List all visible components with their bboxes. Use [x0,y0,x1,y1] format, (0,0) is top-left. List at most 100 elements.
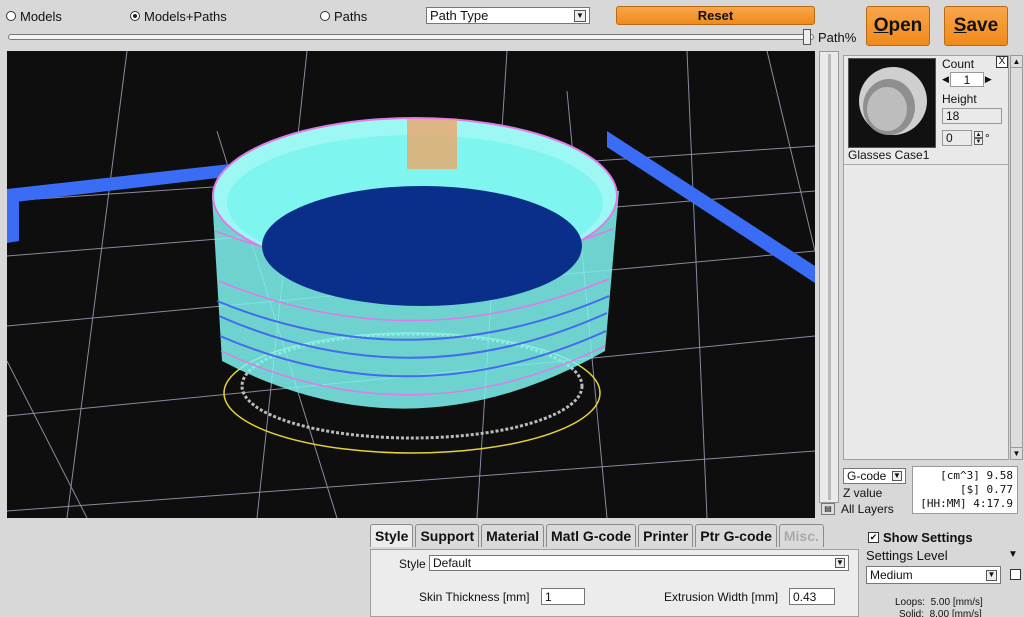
radio-models-label: Models [20,8,62,24]
open-button-underline: O [873,15,889,36]
settings-extra-checkbox[interactable] [1010,569,1021,580]
tab-matl-gcode-label: Matl G-code [551,528,632,544]
radio-models-paths-dot[interactable] [130,11,140,21]
count-increment-icon[interactable]: ▶ [985,74,992,85]
chevron-down-icon: ▼ [986,569,997,581]
save-button-rest: ave [966,15,999,36]
scroll-down-icon[interactable]: ▼ [1011,447,1022,459]
path-type-value: Path Type [430,8,489,23]
3d-viewport[interactable] [7,51,815,518]
scene-svg [7,51,815,518]
path-type-select[interactable]: Path Type ▼ [426,7,590,24]
path-percent-slider[interactable] [8,34,814,40]
skin-thickness-input[interactable]: 1 [541,588,585,605]
stat-row-cost: [$] 0.77 [917,483,1013,497]
tab-material-label: Material [486,528,540,544]
gcode-select[interactable]: G-code ▼ [843,468,906,484]
rotation-down-icon[interactable]: ▼ [974,138,983,145]
all-layers-label: All Layers [841,502,894,516]
count-value: 1 [963,72,971,87]
skin-thickness-label: Skin Thickness [mm] [419,590,530,604]
tab-material[interactable]: Material [481,524,545,547]
chevron-down-icon: ▼ [574,9,586,22]
show-settings-label: Show Settings [883,530,973,545]
tab-printer-label: Printer [643,528,689,544]
open-button[interactable]: Open [866,6,930,46]
model-interior [262,186,582,306]
save-button[interactable]: Save [944,6,1008,46]
settings-level-value: Medium [870,568,913,582]
tab-matl-gcode[interactable]: Matl G-code [546,524,637,547]
settings-tabs: Style Support Material Matl G-code Print… [370,524,824,547]
radio-models[interactable]: Models [6,8,62,24]
radio-paths-dot[interactable] [320,11,330,21]
show-settings-toggle[interactable]: ✔ Show Settings [868,530,973,545]
radio-models-dot[interactable] [6,11,16,21]
gcode-select-value: G-code [847,469,887,483]
gcode-stats: [cm^3] 9.58 [$] 0.77 [HH:MM] 4:17.9 [912,466,1018,514]
tab-support[interactable]: Support [415,524,480,547]
layer-slider[interactable] [819,51,839,503]
show-settings-checkbox[interactable]: ✔ [868,532,879,543]
thumbnail-svg [859,67,927,135]
rotation-spinner[interactable]: ▲ ▼ [974,131,983,145]
count-decrement-icon[interactable]: ◀ [942,74,949,85]
style-label: Style [399,557,426,571]
save-button-underline: S [953,15,967,36]
settings-level-select[interactable]: Medium ▼ [866,566,1001,584]
tab-misc-label: Misc. [783,528,819,544]
tab-style[interactable]: Style [370,524,414,547]
style-select-value: Default [433,556,472,570]
style-select[interactable]: Default ▼ [429,555,849,571]
tab-support-label: Support [420,528,475,544]
tab-ptr-gcode[interactable]: Ptr G-code [695,524,777,547]
count-stepper[interactable]: ◀ 1 ▶ [942,72,992,87]
rotation-field[interactable]: 0 [942,130,972,146]
reset-button-label: Reset [697,8,734,23]
settings-level-label: Settings Level [866,548,948,563]
rotation-up-icon[interactable]: ▲ [974,131,983,138]
close-icon[interactable]: X [996,56,1008,68]
stat-label-volume: [cm^3] [940,469,980,482]
rotation-unit: ° [985,131,990,145]
model-list-panel: Glasses Case1 Count X ◀ 1 ▶ Height 18 0 … [843,55,1009,460]
extrusion-width-value: 0.43 [793,589,817,604]
tab-printer[interactable]: Printer [638,524,694,547]
height-label: Height [942,92,977,106]
stat-value-cost: 0.77 [986,483,1014,496]
stat-label-time: [HH:MM] [920,497,967,510]
count-field[interactable]: 1 [949,72,984,87]
close-label: X [998,56,1006,67]
tab-ptr-gcode-label: Ptr G-code [700,528,772,544]
tab-style-label: Style [375,528,409,544]
z-value-label: Z value [843,486,883,500]
extrusion-width-input[interactable]: 0.43 [789,588,835,605]
collapse-triangle-icon[interactable]: ▼ [1008,549,1018,560]
scroll-up-icon[interactable]: ▲ [1011,56,1022,68]
rim-highlight [407,119,457,169]
rotation-control[interactable]: 0 ▲ ▼ ° [942,130,990,146]
layer-slider-handle-icon[interactable]: ▤ [821,503,835,515]
radio-models-paths-label: Models+Paths [144,8,227,24]
rotation-value: 0 [946,131,953,145]
style-settings-pane: Style Default ▼ Skin Thickness [mm] 1 Ex… [370,549,859,617]
path-percent-label: Path% [818,30,857,45]
stat-value-volume: 9.58 [986,469,1014,482]
model-panel-scrollbar[interactable]: ▲ ▼ [1010,55,1023,460]
tab-misc: Misc. [778,524,824,547]
reset-button[interactable]: Reset [616,6,815,25]
chevron-down-icon: ▼ [892,471,902,481]
height-field[interactable]: 18 [942,108,1002,124]
skin-thickness-value: 1 [545,589,552,604]
radio-paths[interactable]: Paths [320,8,367,24]
stat-row-volume: [cm^3] 9.58 [917,469,1013,483]
radio-models-paths[interactable]: Models+Paths [130,8,227,24]
panel-divider [844,164,1008,165]
model-thumbnail[interactable] [848,58,936,148]
path-percent-thumb[interactable] [803,29,811,45]
layer-slider-track [828,54,831,500]
stat-value-time: 4:17.9 [973,497,1013,510]
bed-edge-left-corner [7,201,19,243]
chevron-down-icon: ▼ [835,558,845,568]
height-value: 18 [946,109,960,123]
